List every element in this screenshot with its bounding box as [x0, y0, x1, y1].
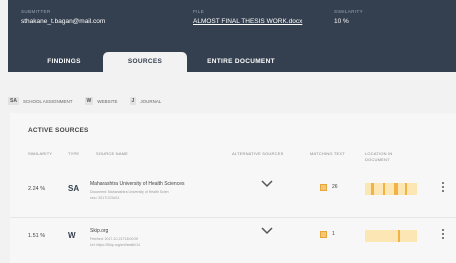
matching-text-icon[interactable]	[320, 231, 327, 238]
column-header-alternative-sources: ALTERNATIVE SOURCES	[232, 151, 284, 156]
similarity-cell: 2.24 %	[28, 186, 46, 192]
matching-text-count: 26	[332, 184, 338, 190]
source-type-badge: SA	[68, 184, 80, 193]
column-header-similarity: SIMILARITY	[28, 151, 53, 156]
filter-label: JOURNAL	[140, 98, 162, 104]
tab-findings[interactable]: FINDINGS	[28, 52, 100, 72]
table-row[interactable]: 1.51 % W Skip.org Fetched: 2017-10-21T18…	[10, 217, 456, 261]
filter-label: SCHOOL ASSIGNMENT	[22, 98, 73, 104]
location-bar[interactable]	[365, 183, 417, 195]
submitter-value: sthakane_t.bagan@mail.com	[21, 18, 106, 25]
filter-journal[interactable]: J JOURNAL	[129, 97, 162, 105]
similarity-cell: 1.51 %	[28, 233, 46, 239]
panel-title: ACTIVE SOURCES	[28, 127, 89, 134]
column-header-source-name: SOURCE NAME	[96, 151, 128, 156]
more-options-icon[interactable]	[441, 229, 445, 241]
more-options-icon[interactable]	[441, 182, 445, 194]
source-detail: ces / 2017/1234/11	[90, 196, 120, 200]
filter-badge: W	[84, 97, 94, 105]
report-header: SUBMITTER sthakane_t.bagan@mail.com FILE…	[8, 0, 456, 72]
submitter-label: SUBMITTER	[21, 9, 51, 14]
location-mark	[398, 230, 400, 242]
table-row[interactable]: 2.24 % SA Maharashtra University of Heal…	[10, 171, 456, 215]
location-mark	[394, 183, 398, 195]
source-type-badge: W	[68, 231, 76, 240]
source-detail: Fetched: 2017-10-21T18:00:00	[90, 237, 139, 241]
location-bar[interactable]	[365, 230, 417, 242]
column-header-location: LOCATION IN DOCUMENT	[365, 151, 393, 162]
source-detail[interactable]: Url: https://Skip.org/en/health/14	[90, 243, 140, 247]
filter-label: WEBSITE	[97, 98, 118, 104]
filter-website[interactable]: W WEBSITE	[84, 97, 118, 105]
column-header-matching-text: MATCHING TEXT	[310, 151, 345, 156]
submitter-block: SUBMITTER sthakane_t.bagan@mail.com	[21, 9, 105, 25]
tab-sources[interactable]: SOURCES	[103, 52, 187, 72]
tab-entire-document[interactable]: ENTIRE DOCUMENT	[193, 52, 289, 72]
similarity-value: 10 %	[334, 18, 349, 25]
location-mark	[405, 183, 407, 195]
chevron-down-icon[interactable]	[260, 179, 274, 189]
location-mark	[371, 183, 374, 195]
source-detail: Document: Maharashtra University of Heal…	[90, 190, 169, 194]
column-header-type: TYPE	[68, 151, 80, 156]
filter-badge: J	[129, 97, 137, 105]
file-block: FILE ALMOST FINAL THESIS WORK.docx	[193, 9, 302, 25]
similarity-label: SIMILARITY	[334, 9, 364, 14]
similarity-block: SIMILARITY 10 %	[334, 9, 363, 25]
matching-text-count: 1	[332, 231, 335, 237]
file-link[interactable]: ALMOST FINAL THESIS WORK.docx	[193, 18, 302, 25]
location-mark	[383, 183, 385, 195]
source-type-filters: SA SCHOOL ASSIGNMENT W WEBSITE J JOURNAL	[8, 96, 173, 106]
source-name[interactable]: Maharashtra University of Health Science…	[90, 181, 185, 187]
active-sources-panel: ACTIVE SOURCES SIMILARITY TYPE SOURCE NA…	[10, 113, 456, 263]
matching-text-icon[interactable]	[320, 184, 327, 191]
file-label: FILE	[193, 9, 205, 14]
chevron-down-icon[interactable]	[260, 226, 274, 236]
filter-school-assignment[interactable]: SA SCHOOL ASSIGNMENT	[8, 97, 73, 105]
filter-badge: SA	[8, 97, 19, 105]
source-name[interactable]: Skip.org	[90, 228, 108, 234]
